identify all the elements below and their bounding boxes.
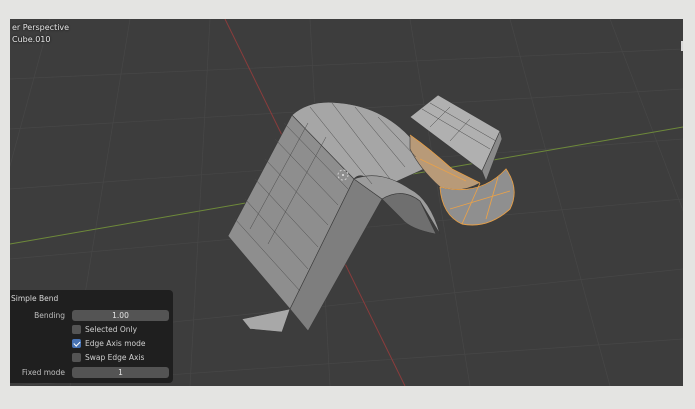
viewport-view-name: er Perspective — [12, 23, 70, 32]
swap-edge-axis-label: Swap Edge Axis — [85, 353, 145, 362]
fixed-mode-row: Fixed mode 1 — [10, 367, 173, 379]
bending-row: Bending 1.00 — [10, 310, 173, 322]
fixed-mode-label: Fixed mode — [21, 368, 65, 377]
bent-mesh — [227, 94, 515, 333]
edge-axis-mode-row[interactable]: Edge Axis mode — [10, 339, 173, 351]
edge-axis-mode-label: Edge Axis mode — [85, 339, 146, 348]
bending-label: Bending — [34, 311, 65, 320]
operator-redo-panel: Simple Bend Bending 1.00 Selected Only E… — [10, 290, 173, 383]
edge-axis-mode-checkbox[interactable] — [72, 339, 81, 348]
bending-field[interactable]: 1.00 — [72, 310, 169, 321]
fixed-mode-field[interactable]: 1 — [72, 367, 169, 378]
selected-only-checkbox[interactable] — [72, 325, 81, 334]
selected-only-row[interactable]: Selected Only — [10, 325, 173, 337]
selected-only-label: Selected Only — [85, 325, 138, 334]
active-object-name: Cube.010 — [12, 35, 51, 44]
sidebar-edge-handle[interactable] — [681, 41, 683, 51]
3d-viewport[interactable]: er Perspective Cube.010 Simple Bend Bend… — [10, 19, 683, 386]
operator-panel-title[interactable]: Simple Bend — [11, 294, 58, 303]
swap-edge-axis-checkbox[interactable] — [72, 353, 81, 362]
swap-edge-axis-row[interactable]: Swap Edge Axis — [10, 353, 173, 365]
